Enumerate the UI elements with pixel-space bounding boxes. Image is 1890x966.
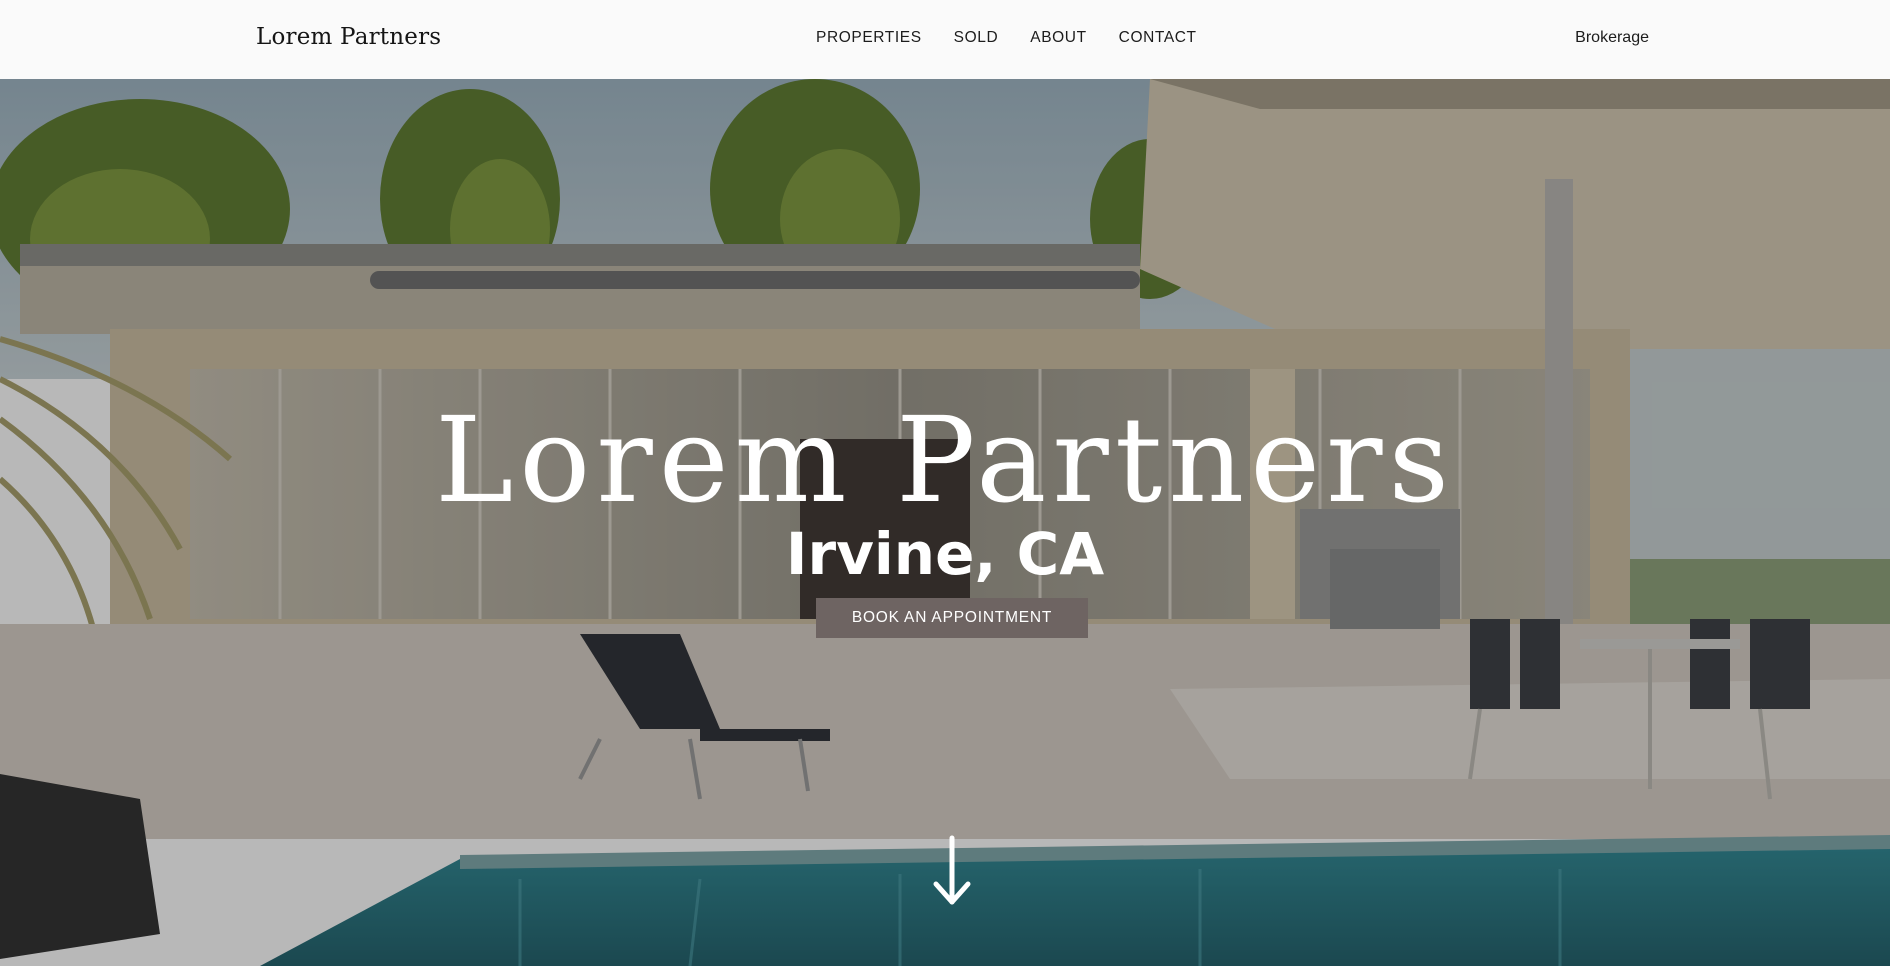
page: Lorem Partners PROPERTIES SOLD ABOUT CON… <box>0 0 1890 966</box>
nav-sold[interactable]: SOLD <box>954 27 999 49</box>
nav-about[interactable]: ABOUT <box>1030 27 1086 49</box>
hero-location: Irvine, CA <box>785 520 1105 588</box>
hero-title: Lorem Partners <box>434 391 1456 529</box>
book-appointment-button[interactable]: BOOK AN APPOINTMENT <box>816 598 1088 638</box>
hero-section: Lorem Partners Irvine, CA BOOK AN APPOIN… <box>0 79 1890 966</box>
main-nav: PROPERTIES SOLD ABOUT CONTACT <box>816 27 1197 49</box>
brokerage-link[interactable]: Brokerage <box>1575 27 1649 49</box>
brand-logo[interactable]: Lorem Partners <box>256 22 441 52</box>
site-header: Lorem Partners PROPERTIES SOLD ABOUT CON… <box>0 0 1890 79</box>
arrow-down-icon[interactable] <box>930 834 974 908</box>
nav-contact[interactable]: CONTACT <box>1119 27 1197 49</box>
nav-properties[interactable]: PROPERTIES <box>816 27 922 49</box>
